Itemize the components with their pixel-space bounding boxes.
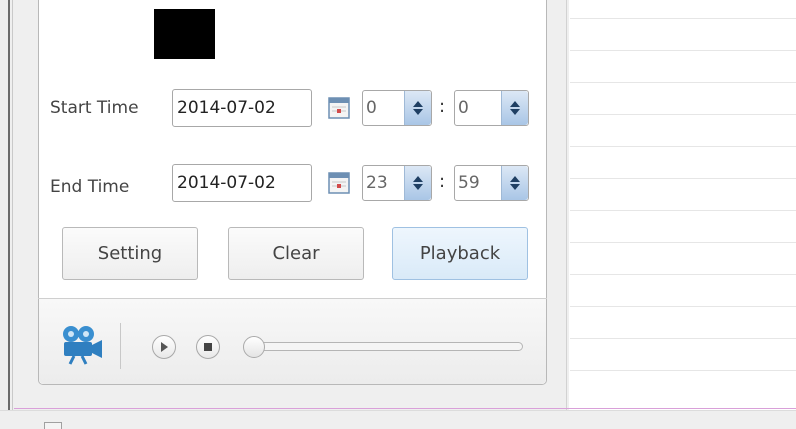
frame-border-inner: [12, 0, 13, 410]
playback-progress-track[interactable]: [248, 342, 523, 351]
spinner-arrows-icon[interactable]: [501, 91, 528, 125]
frame-border-right: [566, 0, 567, 410]
start-minute-value: 0: [458, 98, 469, 118]
list-row-divider: [570, 338, 796, 339]
video-camera-icon[interactable]: [60, 325, 104, 369]
divider-line: [14, 408, 796, 409]
end-hour-spinner[interactable]: 23: [362, 165, 432, 201]
list-row-divider: [570, 210, 796, 211]
stop-button[interactable]: [196, 335, 220, 359]
end-time-label: End Time: [50, 177, 130, 197]
record-list[interactable]: [570, 0, 796, 406]
play-button[interactable]: [152, 335, 176, 359]
video-preview: [154, 9, 215, 59]
time-separator: :: [439, 96, 446, 117]
list-row-divider: [570, 114, 796, 115]
spinner-arrows-icon[interactable]: [404, 91, 431, 125]
play-icon: [161, 342, 168, 352]
start-hour-spinner[interactable]: 0: [362, 90, 432, 126]
spinner-arrows-icon[interactable]: [404, 166, 431, 200]
frame-border: [8, 0, 10, 410]
toolbar-separator: [120, 323, 121, 369]
list-row-divider: [570, 242, 796, 243]
list-row-divider: [570, 18, 796, 19]
end-hour-value: 23: [366, 173, 388, 193]
end-date-field[interactable]: 2014-07-02: [172, 164, 312, 202]
start-hour-value: 0: [366, 98, 377, 118]
time-separator: :: [439, 171, 446, 192]
list-row-divider: [570, 306, 796, 307]
calendar-icon[interactable]: [328, 97, 350, 119]
list-row-divider: [570, 274, 796, 275]
list-row-divider: [570, 370, 796, 371]
end-minute-spinner[interactable]: 59: [454, 165, 529, 201]
start-date-field[interactable]: 2014-07-02: [172, 89, 312, 127]
spinner-arrows-icon[interactable]: [501, 166, 528, 200]
clear-button[interactable]: Clear: [228, 227, 364, 280]
list-row-divider: [570, 146, 796, 147]
playback-progress-handle[interactable]: [243, 336, 265, 358]
list-row-divider: [570, 178, 796, 179]
playback-button[interactable]: Playback: [392, 227, 528, 280]
status-bar: [0, 410, 796, 429]
calendar-icon[interactable]: [328, 172, 350, 194]
start-minute-spinner[interactable]: 0: [454, 90, 529, 126]
setting-button[interactable]: Setting: [62, 227, 198, 280]
start-time-label: Start Time: [50, 98, 139, 118]
end-minute-value: 59: [458, 173, 480, 193]
list-row-divider: [570, 50, 796, 51]
list-row-divider: [570, 82, 796, 83]
stop-icon: [204, 343, 212, 351]
